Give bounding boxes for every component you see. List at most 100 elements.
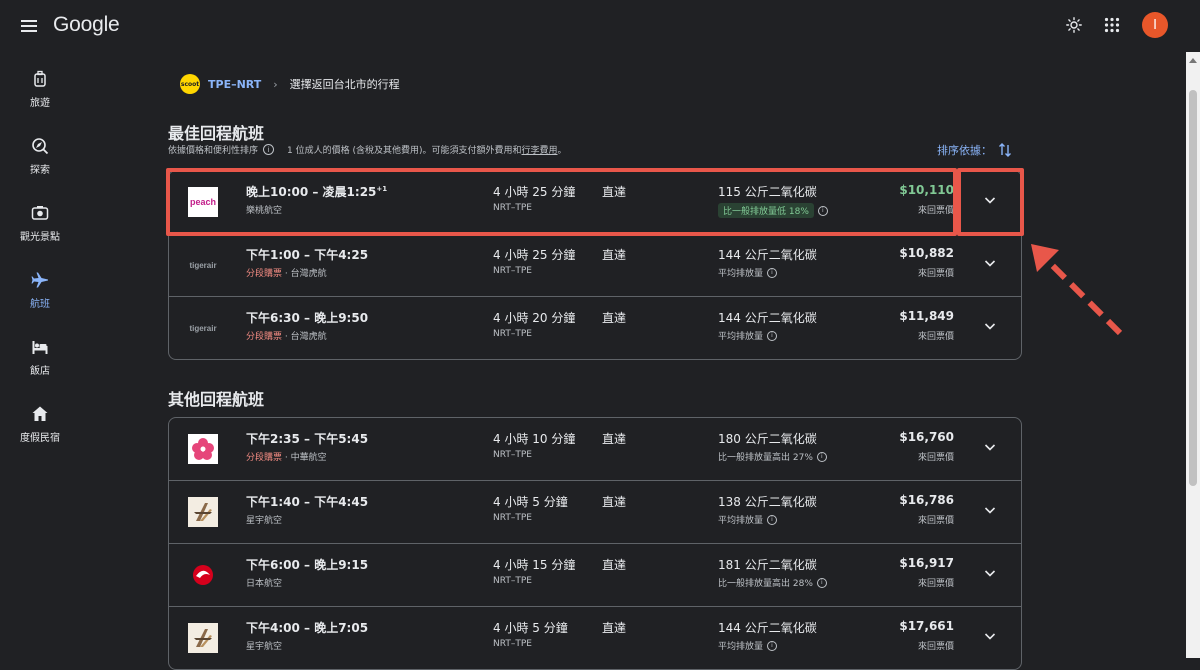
expand-chevron-down-icon[interactable] — [983, 256, 997, 270]
price-type: 來回票價 — [917, 579, 954, 589]
airline-badge-scoot: scoot — [180, 74, 200, 94]
price-type: 來回票價 — [917, 516, 954, 526]
flight-airline: 分段購票 · 中華航空 — [246, 453, 327, 463]
emissions-note: 比一般排放量高出 28% i — [718, 576, 827, 589]
info-icon[interactable]: i — [816, 577, 827, 588]
info-icon[interactable]: i — [767, 330, 778, 341]
flight-emissions: 144 公斤二氧化碳 — [718, 621, 817, 635]
flight-row[interactable]: 下午4:00 – 晚上7:05 星宇航空 4 小時 5 分鐘 NRT–TPE 直達 144… — [169, 607, 1021, 669]
price-note-end: 。 — [557, 146, 567, 156]
sort-arrows-icon — [999, 143, 1011, 157]
flight-row[interactable]: tigerair 下午6:30 – 晚上9:50 分段購票 · 台灣虎航 4 小時 2… — [169, 297, 1021, 359]
price-type: 來回票價 — [917, 453, 954, 463]
sort-button[interactable]: 排序依據： — [937, 142, 1012, 158]
price-type: 來回票價 — [917, 642, 954, 652]
price-type: 來回票價 — [917, 269, 954, 279]
top-bar: Google I — [0, 0, 1186, 52]
flight-route: NRT–TPE — [493, 329, 532, 339]
breadcrumb: scoot TPE–NRT › 選擇返回台北市的行程 — [180, 74, 400, 94]
flight-row[interactable]: 下午1:40 – 下午4:45 星宇航空 4 小時 5 分鐘 NRT–TPE 直達 138… — [169, 481, 1021, 544]
flight-duration: 4 小時 5 分鐘 — [493, 621, 568, 635]
flight-stops: 直達 — [602, 432, 627, 446]
sidebar-item-label: 航班 — [30, 299, 50, 310]
flight-row[interactable]: 下午6:00 – 晚上9:15 日本航空 4 小時 15 分鐘 NRT–TPE 直達 18… — [169, 544, 1021, 607]
expand-chevron-down-icon[interactable] — [983, 629, 997, 643]
flight-price: $16,917 — [899, 556, 954, 570]
emissions-note: 平均排放量 i — [718, 329, 778, 342]
emissions-note: 平均排放量 i — [718, 513, 778, 526]
theme-toggle-icon[interactable] — [1066, 17, 1082, 33]
side-navigation: 旅遊 探索 觀光景點 航班 飯店 度假民宿 — [0, 56, 80, 458]
annotation-arrow-icon — [1031, 244, 1123, 336]
sidebar-item-hotels[interactable]: 飯店 — [0, 324, 80, 391]
scrollbar-thumb[interactable] — [1189, 90, 1197, 486]
sidebar-item-explore[interactable]: 探索 — [0, 123, 80, 190]
flight-price: $11,849 — [899, 309, 954, 323]
flight-emissions: 138 公斤二氧化碳 — [718, 495, 817, 509]
emissions-note: 平均排放量 i — [718, 266, 778, 279]
sidebar-item-label: 旅遊 — [30, 98, 50, 109]
flight-airline: 分段購票 · 台灣虎航 — [246, 332, 327, 342]
flight-icon — [31, 272, 48, 288]
flight-airline: 分段購票 · 台灣虎航 — [246, 269, 327, 279]
flight-times: 下午1:40 – 下午4:45 — [246, 495, 369, 509]
flight-stops: 直達 — [602, 495, 627, 509]
flight-times: 下午4:00 – 晚上7:05 — [246, 621, 369, 635]
info-icon[interactable]: i — [767, 514, 778, 525]
flight-airline: 星宇航空 — [246, 642, 283, 652]
flight-price: $16,786 — [899, 493, 954, 507]
separate-tickets-label: 分段購票 — [246, 269, 283, 279]
airline-logo-starlux — [188, 497, 218, 527]
flight-airline: 星宇航空 — [246, 516, 283, 526]
flight-duration: 4 小時 15 分鐘 — [493, 558, 576, 572]
sidebar-item-attractions[interactable]: 觀光景點 — [0, 190, 80, 257]
info-icon[interactable]: i — [263, 144, 275, 155]
expand-chevron-down-icon[interactable] — [983, 319, 997, 333]
airline-logo-china-airlines — [188, 434, 218, 464]
sidebar-item-vacation-rentals[interactable]: 度假民宿 — [0, 391, 80, 458]
flight-duration: 4 小時 25 分鐘 — [493, 248, 576, 262]
flight-route: NRT–TPE — [493, 576, 532, 586]
expand-chevron-down-icon[interactable] — [983, 566, 997, 580]
other-flights-list: 下午2:35 – 下午5:45 分段購票 · 中華航空 4 小時 10 分鐘 NRT–… — [168, 417, 1022, 670]
sidebar-item-label: 飯店 — [30, 366, 50, 377]
google-logo[interactable]: Google — [53, 13, 120, 37]
flight-airline: 日本航空 — [246, 579, 283, 589]
info-icon[interactable]: i — [816, 451, 827, 462]
flight-stops: 直達 — [602, 311, 627, 325]
hotel-icon — [32, 341, 48, 354]
account-avatar[interactable]: I — [1142, 12, 1168, 38]
flight-emissions: 144 公斤二氧化碳 — [718, 311, 817, 325]
page-scrollbar[interactable] — [1186, 52, 1200, 658]
apps-grid-icon[interactable] — [1104, 17, 1120, 33]
expand-chevron-down-icon[interactable] — [983, 440, 997, 454]
baggage-fees-link[interactable]: 行李費用 — [522, 143, 558, 156]
flight-stops: 直達 — [602, 621, 627, 635]
separate-tickets-label: 分段購票 — [246, 453, 283, 463]
scroll-up-arrow-icon[interactable] — [1189, 58, 1197, 63]
breadcrumb-route-link[interactable]: TPE–NRT — [208, 78, 261, 91]
info-icon[interactable]: i — [767, 640, 778, 651]
expand-chevron-down-icon[interactable] — [983, 503, 997, 517]
sidebar-item-travel[interactable]: 旅遊 — [0, 56, 80, 123]
other-flights-heading: 其他回程航班 — [168, 390, 265, 409]
flight-price: $10,882 — [899, 246, 954, 260]
sidebar-item-label: 觀光景點 — [20, 232, 60, 243]
flight-row[interactable]: tigerair 下午1:00 – 下午4:25 分段購票 · 台灣虎航 4 小時 2… — [169, 234, 1021, 297]
sort-explanation: 依據價格和便利性排序 — [168, 146, 259, 156]
flight-row[interactable]: 下午2:35 – 下午5:45 分段購票 · 中華航空 4 小時 10 分鐘 NRT–… — [169, 418, 1021, 481]
airline-logo-jal — [188, 560, 218, 590]
highlight-box-expand-button — [957, 168, 1024, 236]
flight-route: NRT–TPE — [493, 639, 532, 649]
separate-tickets-label: 分段購票 — [246, 332, 283, 342]
flight-times: 下午6:30 – 晚上9:50 — [246, 311, 369, 325]
airline-logo-tigerair: tigerair — [189, 260, 217, 270]
breadcrumb-current-step: 選擇返回台北市的行程 — [289, 78, 400, 91]
sidebar-item-flights[interactable]: 航班 — [0, 257, 80, 324]
hamburger-menu-icon[interactable] — [20, 17, 38, 35]
info-icon[interactable]: i — [767, 267, 778, 278]
flight-price: $17,661 — [899, 619, 954, 633]
chevron-right-icon: › — [273, 77, 278, 91]
flight-route: NRT–TPE — [493, 513, 532, 523]
flight-emissions: 180 公斤二氧化碳 — [718, 432, 817, 446]
